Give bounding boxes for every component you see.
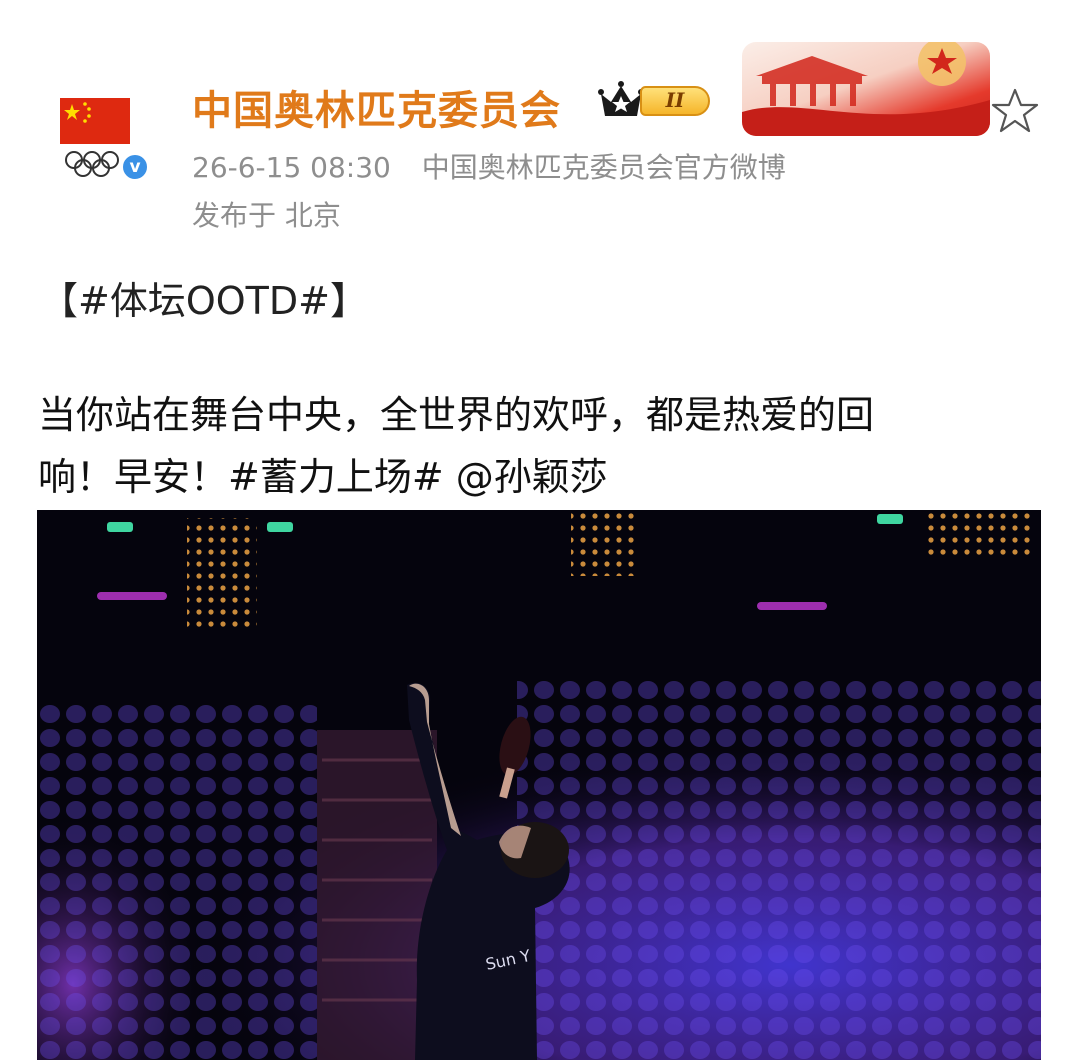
post-text: 当你站在舞台中央，全世界的欢呼，都是热爱的回 响！早安！#蓄力上场# @孙颖莎 [38,384,1038,508]
author-name[interactable]: 中国奥林匹克委员会 [192,78,561,136]
olympic-rings-icon [64,150,124,182]
post-text-line-1: 当你站在舞台中央，全世界的欢呼，都是热爱的回 [38,393,875,437]
member-level-badge[interactable]: II [640,86,710,116]
china-flag-icon [60,98,130,144]
post-meta: 26-6-15 08:30 中国奥林匹克委员会官方微博 [192,146,786,186]
hashtag-link[interactable]: #蓄力上场# [228,455,444,499]
favorite-star-button[interactable] [990,86,1040,136]
decorative-banner [742,42,990,136]
post-source: 中国奥林匹克委员会官方微博 [421,151,786,184]
mention-link[interactable]: @孙颖莎 [456,455,608,499]
post-text-line-2: 响！早安！#蓄力上场# @孙颖莎 [38,446,1038,508]
crown-icon [598,80,644,122]
post-timestamp: 26-6-15 08:30 [192,151,391,184]
verified-badge-icon: v [120,152,150,182]
post-location: 发布于 北京 [192,199,341,232]
post-text-prefix: 响！早安！ [38,455,229,499]
star-outline-icon [991,88,1039,133]
topic-tag[interactable]: 【#体坛OOTD#】 [40,270,368,325]
post-photo[interactable]: Sun Y [37,510,1041,1060]
author-avatar[interactable]: v [56,92,150,184]
